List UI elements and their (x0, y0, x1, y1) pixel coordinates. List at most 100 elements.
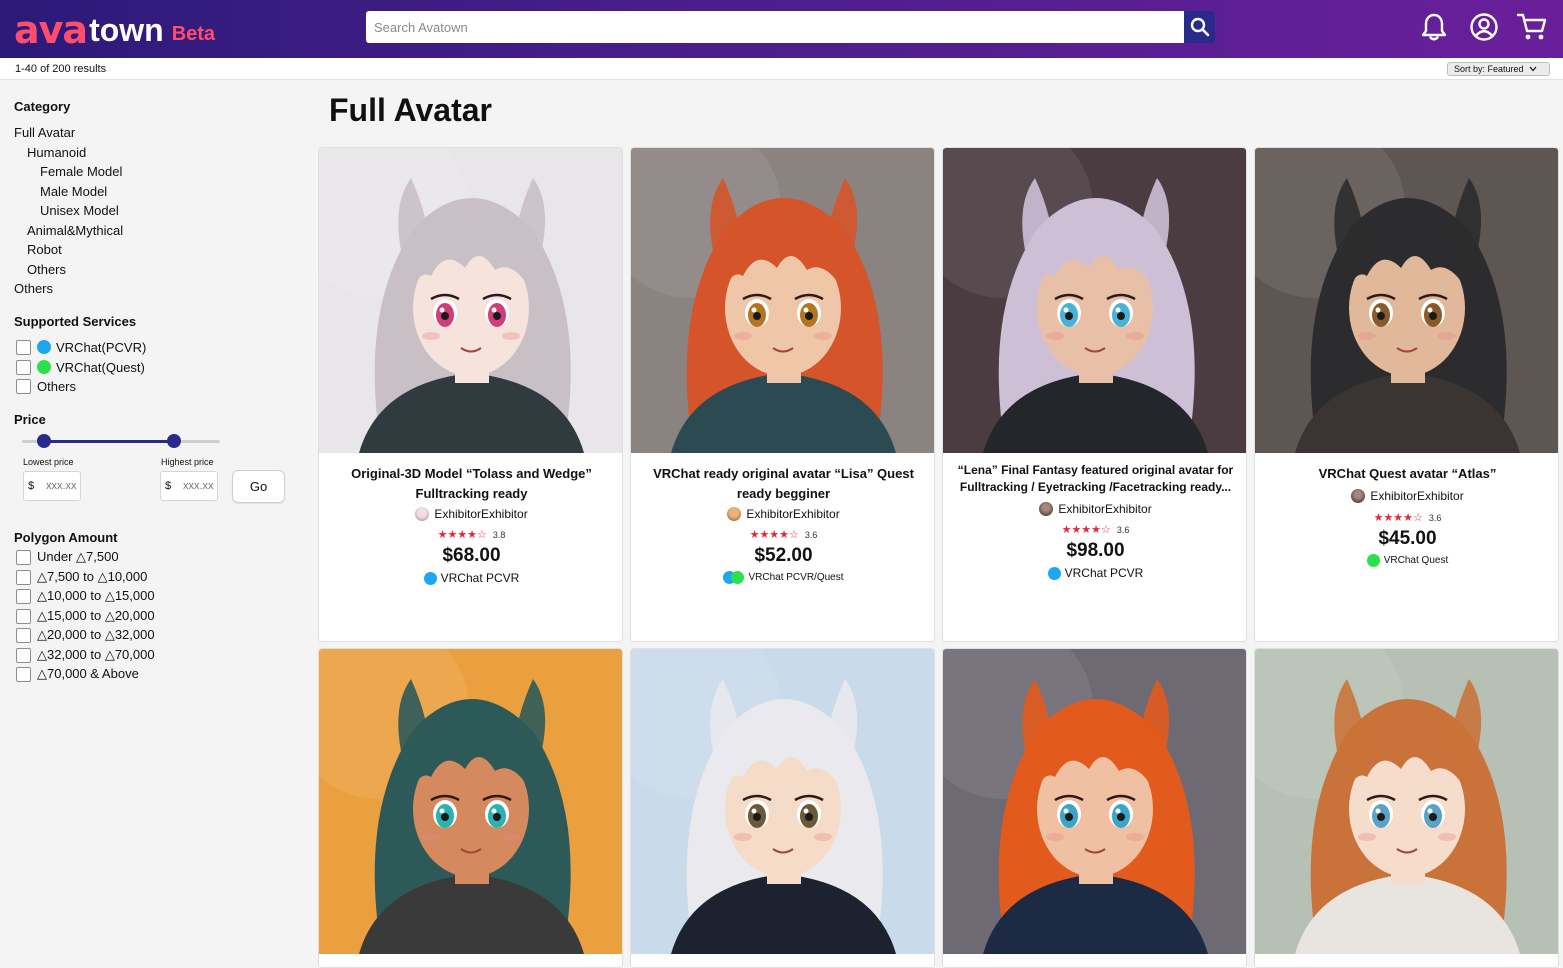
price-slider[interactable] (22, 434, 220, 448)
checkbox[interactable] (16, 378, 31, 394)
seller-avatar (727, 507, 742, 521)
product-title[interactable]: VRChat Quest avatar “Atlas” (1267, 464, 1548, 484)
notifications-button[interactable] (1418, 11, 1450, 43)
seller-avatar (415, 507, 430, 521)
service-label: VRChat PCVR (440, 571, 520, 585)
price-slider-high-handle[interactable] (167, 434, 182, 448)
product-card[interactable]: “Lena” Final Fantasy featured original a… (942, 147, 1247, 642)
polygon-label: △7,500 to △10,000 (37, 569, 148, 584)
results-bar: 1-40 of 200 results Sort by: Featured (0, 58, 1563, 80)
product-card[interactable] (1254, 648, 1559, 968)
polygon-option[interactable]: △10,000 to △15,000 (16, 587, 155, 605)
highest-price-input[interactable] (183, 480, 217, 492)
service-info: VRChat PCVR (319, 571, 622, 585)
polygon-label: △15,000 to △20,000 (37, 608, 155, 623)
vrchat-quest-dot-icon (731, 571, 745, 584)
product-card[interactable] (942, 648, 1247, 968)
polygon-option[interactable]: △15,000 to △20,000 (16, 607, 155, 625)
category-humanoid[interactable]: Humanoid (27, 145, 86, 160)
seller-info[interactable]: ExhibitorExhibitor (1255, 489, 1558, 503)
rating-value: 3.6 (1428, 512, 1442, 523)
polygon-label: Under △7,500 (37, 549, 119, 564)
services-heading: Supported Services (14, 314, 137, 329)
product-title[interactable]: “Lena” Final Fantasy featured original a… (955, 462, 1236, 496)
cart-button[interactable] (1516, 11, 1548, 43)
polygon-option[interactable]: Under △7,500 (16, 548, 119, 566)
product-card[interactable]: Original-3D Model “Tolass and Wedge” Ful… (318, 147, 623, 642)
category-female-model[interactable]: Female Model (40, 164, 122, 179)
seller-info[interactable]: ExhibitorExhibitor (319, 507, 622, 521)
service-vrchat-quest[interactable]: VRChat(Quest) (16, 358, 145, 376)
checkbox[interactable] (16, 627, 31, 643)
service-label: VRChat PCVR (1064, 566, 1144, 580)
checkbox[interactable] (16, 569, 31, 585)
seller-name: ExhibitorExhibitor (434, 507, 528, 521)
beta-badge: Beta (171, 23, 216, 45)
checkbox[interactable] (16, 647, 31, 663)
lowest-price-field[interactable]: $ (23, 471, 81, 501)
polygon-option[interactable]: △7,500 to △10,000 (16, 568, 147, 586)
polygon-heading: Polygon Amount (14, 530, 118, 545)
product-image[interactable] (943, 649, 1246, 954)
price-go-button[interactable]: Go (232, 470, 285, 503)
product-image[interactable] (319, 148, 622, 453)
product-image[interactable] (319, 649, 622, 954)
product-card[interactable] (318, 648, 623, 968)
vrchat-pcvr-dot-icon (37, 340, 51, 354)
product-image[interactable] (1255, 148, 1558, 453)
cart-icon (1516, 13, 1547, 40)
category-humanoid-others[interactable]: Others (27, 262, 66, 277)
sort-dropdown[interactable]: Sort by: Featured (1447, 62, 1550, 76)
polygon-label: △20,000 to △32,000 (37, 627, 155, 642)
lowest-price-label: Lowest price (23, 457, 74, 467)
rating-value: 3.6 (804, 529, 818, 540)
polygon-option[interactable]: △20,000 to △32,000 (16, 626, 155, 644)
currency-symbol: $ (165, 480, 172, 492)
category-animal-mythical[interactable]: Animal&Mythical (27, 223, 123, 238)
checkbox[interactable] (16, 588, 31, 604)
category-unisex-model[interactable]: Unisex Model (40, 203, 119, 218)
rating: ★★★★☆ 3.6 (631, 528, 934, 541)
checkbox[interactable] (16, 359, 31, 375)
product-title[interactable]: VRChat ready original avatar “Lisa” Ques… (643, 464, 924, 504)
star-rating-icon: ★★★★☆ (749, 529, 799, 541)
category-male-model[interactable]: Male Model (40, 184, 107, 199)
service-vrchat-pcvr[interactable]: VRChat(PCVR) (16, 338, 146, 356)
polygon-option[interactable]: △70,000 & Above (16, 665, 139, 683)
checkbox[interactable] (16, 608, 31, 624)
service-label: VRChat Quest (1383, 555, 1449, 566)
lowest-price-input[interactable] (46, 480, 80, 492)
top-header: ava town Beta (0, 0, 1563, 58)
search-button[interactable] (1184, 11, 1215, 43)
category-full-avatar[interactable]: Full Avatar (14, 125, 75, 140)
seller-info[interactable]: ExhibitorExhibitor (943, 502, 1246, 516)
polygon-option[interactable]: △32,000 to △70,000 (16, 646, 155, 664)
category-heading: Category (14, 99, 71, 114)
checkbox[interactable] (16, 339, 31, 355)
product-card[interactable]: VRChat ready original avatar “Lisa” Ques… (630, 147, 935, 642)
service-label: Others (37, 378, 77, 394)
product-image[interactable] (631, 649, 934, 954)
product-card[interactable] (630, 648, 935, 968)
filter-sidebar: Category Full Avatar Humanoid Female Mod… (0, 80, 305, 958)
price-slider-low-handle[interactable] (36, 434, 51, 448)
seller-info[interactable]: ExhibitorExhibitor (631, 507, 934, 521)
highest-price-field[interactable]: $ (160, 471, 218, 501)
checkbox[interactable] (16, 549, 31, 565)
category-others[interactable]: Others (14, 281, 53, 296)
avatown-logo[interactable]: ava town Beta (14, 6, 215, 50)
product-title[interactable]: Original-3D Model “Tolass and Wedge” Ful… (331, 464, 612, 504)
product-image[interactable] (943, 148, 1246, 453)
checkbox[interactable] (16, 666, 31, 682)
currency-symbol: $ (28, 480, 35, 492)
category-robot[interactable]: Robot (27, 242, 62, 257)
product-card[interactable]: VRChat Quest avatar “Atlas” ExhibitorExh… (1254, 147, 1559, 642)
rating: ★★★★☆ 3.8 (319, 528, 622, 541)
search-input[interactable] (366, 11, 1184, 43)
service-others[interactable]: Others (16, 377, 76, 395)
product-image[interactable] (631, 148, 934, 453)
product-image[interactable] (1255, 649, 1558, 954)
account-button[interactable] (1468, 11, 1500, 43)
seller-name: ExhibitorExhibitor (1058, 502, 1152, 516)
polygon-label: △32,000 to △70,000 (37, 647, 155, 662)
